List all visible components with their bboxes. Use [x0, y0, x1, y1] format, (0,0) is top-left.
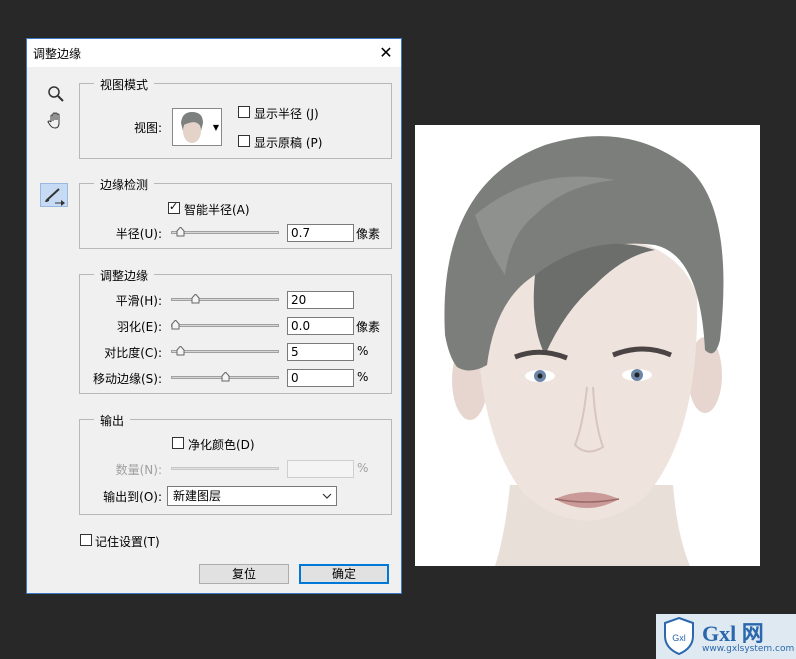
- portrait-thumbnail-icon: [174, 109, 210, 145]
- chevron-down-icon: ▼: [212, 123, 219, 132]
- radius-label: 半径(U):: [115, 227, 162, 241]
- decontaminate-checkbox[interactable]: [172, 437, 184, 449]
- amount-slider: [171, 463, 279, 475]
- portrait-preview-image: [415, 125, 760, 566]
- slider-thumb[interactable]: [191, 294, 200, 304]
- shield-logo-icon: Gxl: [664, 616, 694, 656]
- amount-unit: %: [357, 461, 369, 475]
- view-mode-group: 视图模式 视图: ▼ 显示半径 (J) 显示原稿 (P): [79, 76, 392, 159]
- contrast-input[interactable]: 5: [287, 343, 354, 361]
- decontaminate-label: 净化颜色(D): [188, 438, 255, 452]
- view-label: 视图:: [134, 121, 163, 135]
- radius-unit: 像素: [356, 227, 381, 241]
- smart-radius-label: 智能半径(A): [184, 203, 250, 217]
- shift-edge-label: 移动边缘(S):: [92, 372, 162, 386]
- svg-text:Gxl: Gxl: [672, 633, 686, 643]
- feather-slider[interactable]: [171, 320, 279, 332]
- dialog-titlebar[interactable]: 调整边缘 ✕: [27, 39, 401, 67]
- feather-label: 羽化(E):: [117, 320, 162, 334]
- edge-detection-title: 边缘检测: [94, 176, 155, 193]
- output-to-label: 输出到(O):: [103, 490, 162, 504]
- feather-unit: 像素: [356, 320, 381, 334]
- dialog-title: 调整边缘: [33, 47, 82, 61]
- close-icon[interactable]: ✕: [371, 39, 401, 67]
- chevron-down-icon: [322, 493, 332, 499]
- slider-thumb[interactable]: [176, 227, 185, 237]
- output-to-select[interactable]: 新建图层: [167, 486, 337, 506]
- slider-thumb[interactable]: [176, 346, 185, 356]
- output-to-value: 新建图层: [173, 489, 222, 503]
- show-radius-label: 显示半径 (J): [254, 107, 319, 121]
- view-mode-title: 视图模式: [94, 76, 155, 93]
- zoom-icon[interactable]: [45, 83, 67, 105]
- refine-edge-dialog: 调整边缘 ✕ 视图模式 视图: ▼ 显示半径 (J) 显示原稿 (P) 边缘检测: [26, 38, 402, 594]
- feather-input[interactable]: 0.0: [287, 317, 354, 335]
- site-watermark: Gxl Gxl 网 www.gxlsystem.com: [656, 614, 796, 659]
- show-original-checkbox[interactable]: [238, 135, 250, 147]
- output-group: 输出 净化颜色(D) 数量(N): % 输出到(O): 新建图层: [79, 412, 392, 515]
- smooth-slider[interactable]: [171, 294, 279, 306]
- slider-thumb[interactable]: [221, 372, 230, 382]
- amount-input: [287, 460, 354, 478]
- watermark-url: www.gxlsystem.com: [702, 644, 795, 654]
- show-original-label: 显示原稿 (P): [254, 136, 323, 150]
- adjust-edge-group: 调整边缘 平滑(H): 20 羽化(E): 0.0 像素 对比度(C): 5 %…: [79, 267, 392, 394]
- smart-radius-checkbox[interactable]: [168, 200, 180, 214]
- ok-button[interactable]: 确定: [299, 564, 389, 584]
- edge-detection-group: 边缘检测 智能半径(A) 半径(U): 0.7 像素: [79, 176, 392, 249]
- hand-icon[interactable]: [45, 110, 67, 132]
- contrast-slider[interactable]: [171, 346, 279, 358]
- shift-edge-input[interactable]: 0: [287, 369, 354, 387]
- reset-button[interactable]: 复位: [199, 564, 289, 584]
- refine-radius-brush-icon[interactable]: [40, 183, 68, 207]
- amount-label: 数量(N):: [115, 463, 162, 477]
- preview-canvas[interactable]: [415, 125, 760, 566]
- remember-settings-label: 记住设置(T): [95, 535, 160, 549]
- radius-input[interactable]: 0.7: [287, 224, 354, 242]
- contrast-unit: %: [357, 344, 369, 358]
- smooth-input[interactable]: 20: [287, 291, 354, 309]
- contrast-label: 对比度(C):: [104, 346, 162, 360]
- slider-thumb[interactable]: [171, 320, 180, 330]
- shift-edge-unit: %: [357, 370, 369, 384]
- smooth-label: 平滑(H):: [115, 294, 162, 308]
- view-mode-picker[interactable]: ▼: [172, 108, 222, 146]
- remember-settings-checkbox[interactable]: [80, 534, 92, 546]
- radius-slider[interactable]: [171, 227, 279, 239]
- output-title: 输出: [94, 412, 131, 429]
- shift-edge-slider[interactable]: [171, 372, 279, 384]
- show-radius-checkbox[interactable]: [238, 106, 250, 118]
- adjust-edge-title: 调整边缘: [94, 267, 155, 284]
